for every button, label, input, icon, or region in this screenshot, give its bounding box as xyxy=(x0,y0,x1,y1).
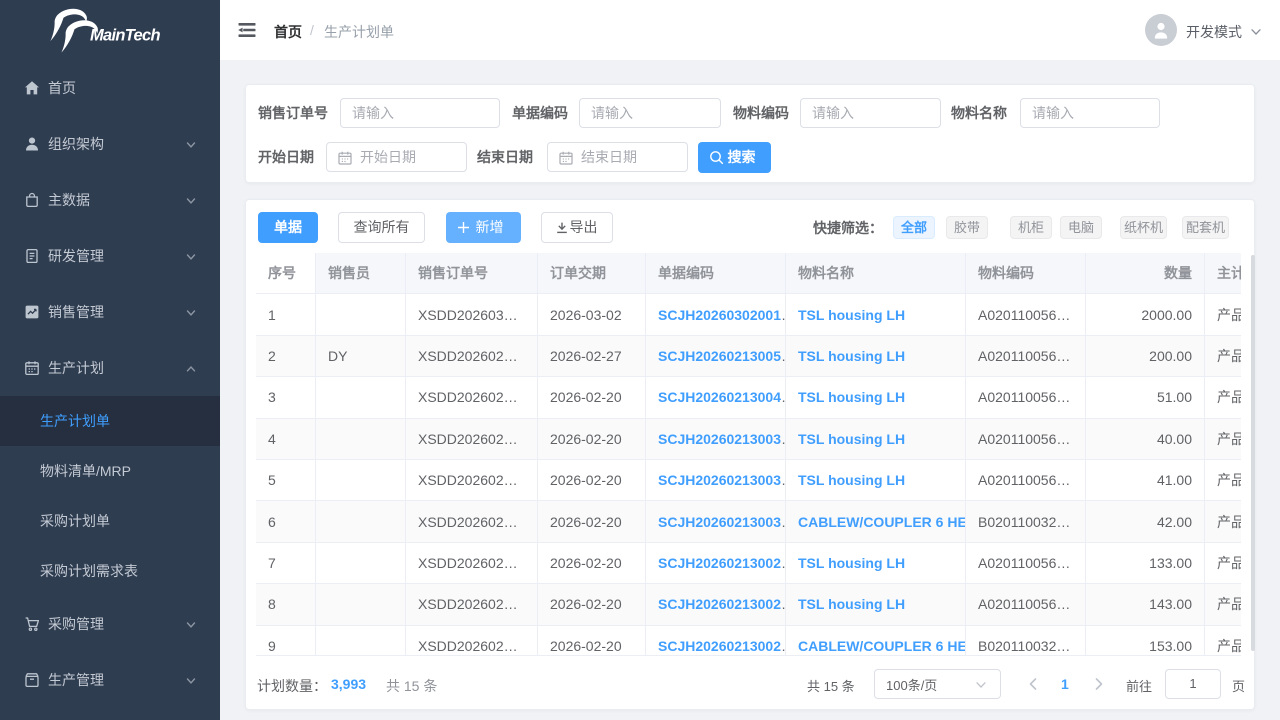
svg-text:MainTech: MainTech xyxy=(90,27,161,45)
